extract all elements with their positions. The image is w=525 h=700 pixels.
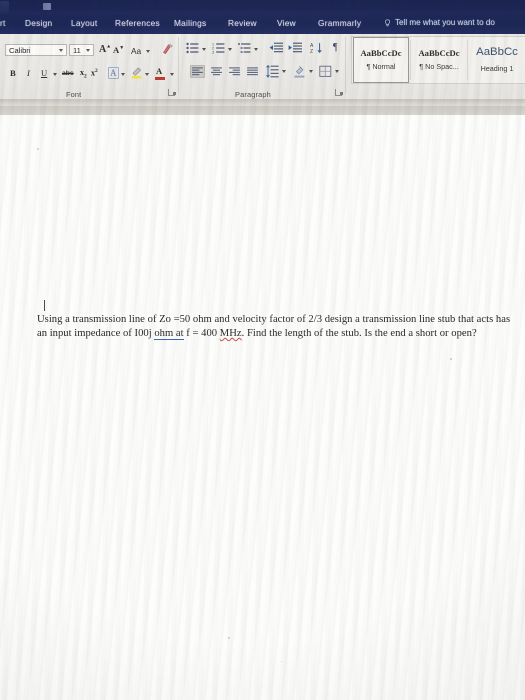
tab-insert-clipped[interactable]: rt (0, 18, 6, 28)
svg-text:3: 3 (212, 50, 214, 54)
clear-formatting-icon[interactable] (161, 43, 174, 56)
justify-icon[interactable] (245, 65, 260, 78)
multilevel-list-icon[interactable] (238, 42, 251, 54)
style-heading-1[interactable]: AaBbCc Heading 1 (469, 37, 525, 83)
text-cursor (44, 300, 45, 311)
chevron-down-icon[interactable] (121, 73, 125, 76)
tab-review[interactable]: Review (228, 18, 257, 28)
style-preview: AaBbCc (476, 46, 518, 59)
chevron-down-icon[interactable] (282, 70, 286, 73)
grammar-error-text[interactable]: ohm at (154, 328, 184, 341)
bullet-list-icon[interactable] (186, 42, 199, 54)
borders-icon[interactable] (319, 65, 332, 78)
numbered-list-icon[interactable]: 1 2 3 (212, 42, 225, 54)
strikethrough-button[interactable]: abc (62, 70, 74, 77)
chevron-down-icon[interactable] (53, 73, 57, 76)
change-case-button[interactable]: Aa (131, 46, 141, 56)
decrease-indent-icon[interactable] (269, 42, 283, 54)
doc-run-3: . Find the length of the stub. Is the en… (241, 328, 477, 340)
tab-mailings[interactable]: Mailings (174, 18, 206, 28)
page-speck (450, 358, 452, 360)
word-window: rt Design Layout References Mailings Rev… (0, 0, 525, 700)
ribbon-divider (0, 99, 525, 100)
grow-font-button[interactable]: A▲ (99, 44, 111, 55)
chevron-down-icon[interactable] (228, 48, 232, 51)
document-paragraph: Using a transmission line of Zo =50 ohm … (37, 313, 515, 341)
doc-run-2: f = 400 (183, 328, 220, 340)
sort-icon[interactable]: A Z (310, 42, 323, 54)
group-label-paragraph: Paragraph (235, 90, 271, 99)
paragraph-dialog-launcher[interactable] (335, 89, 343, 96)
subscript-button[interactable]: x2 (80, 68, 87, 80)
chevron-down-icon[interactable] (170, 73, 174, 76)
align-center-icon[interactable] (209, 65, 224, 78)
style-separator (467, 40, 468, 80)
spelling-error-text[interactable]: MHz (220, 328, 242, 339)
group-divider-font (178, 37, 179, 93)
style-normal[interactable]: AaBbCcDc ¶ Normal (353, 37, 409, 83)
align-left-icon[interactable] (190, 65, 205, 78)
font-dialog-launcher[interactable] (168, 89, 176, 96)
group-divider-paragraph (345, 37, 346, 93)
font-name-value: Calibri (9, 45, 31, 55)
bold-button[interactable]: B (10, 68, 16, 78)
style-separator (410, 40, 411, 80)
svg-text:Z: Z (310, 49, 313, 54)
font-color-swatch (155, 77, 165, 80)
line-spacing-icon[interactable] (266, 65, 279, 78)
ribbon-shadow (0, 100, 525, 106)
font-size-value: 11 (73, 45, 81, 55)
style-preview: AaBbCcDc (418, 47, 460, 58)
tab-view[interactable]: View (277, 18, 296, 28)
lightbulb-icon (384, 18, 391, 26)
page-speck (228, 637, 230, 639)
quick-access-icon[interactable] (43, 3, 51, 10)
style-no-spacing[interactable]: AaBbCcDc ¶ No Spac... (412, 37, 466, 83)
text-highlight-icon[interactable] (130, 66, 143, 80)
increase-indent-icon[interactable] (288, 42, 302, 54)
style-preview: AaBbCcDc (360, 47, 402, 58)
chevron-down-icon[interactable] (335, 70, 339, 73)
chevron-down-icon[interactable] (145, 73, 149, 76)
word-icon (0, 1, 9, 13)
title-bar (0, 0, 525, 14)
font-size-combo[interactable]: 11 (69, 44, 94, 56)
show-formatting-marks-icon[interactable]: ¶ (333, 42, 338, 53)
italic-button[interactable]: I (27, 68, 30, 78)
chevron-down-icon[interactable] (146, 50, 150, 53)
ruler[interactable] (0, 106, 525, 115)
chevron-down-icon[interactable] (309, 70, 313, 73)
document-body-text[interactable]: Using a transmission line of Zo =50 ohm … (37, 313, 515, 341)
tab-layout[interactable]: Layout (71, 18, 97, 28)
font-name-combo[interactable]: Calibri (5, 44, 67, 56)
style-label: ¶ Normal (366, 62, 396, 72)
group-label-font: Font (66, 90, 82, 99)
document-page[interactable] (0, 115, 525, 700)
chevron-down-icon (58, 49, 63, 52)
ribbon-tab-strip: rt Design Layout References Mailings Rev… (0, 14, 525, 34)
tab-grammarly[interactable]: Grammarly (318, 18, 361, 28)
text-effects-button[interactable]: A (108, 67, 119, 79)
style-label: Heading 1 (480, 63, 514, 73)
tab-references[interactable]: References (115, 18, 160, 28)
underline-button[interactable]: U (41, 68, 47, 78)
shrink-font-button[interactable]: A▼ (113, 45, 124, 55)
chevron-down-icon (85, 49, 90, 52)
shading-icon[interactable] (293, 65, 306, 78)
tab-design[interactable]: Design (25, 18, 52, 28)
style-label: ¶ No Spac... (419, 62, 459, 72)
align-right-icon[interactable] (227, 65, 242, 78)
chevron-down-icon[interactable] (254, 48, 258, 51)
tell-me-search[interactable]: Tell me what you want to do (395, 18, 495, 27)
font-color-button[interactable]: A (156, 66, 162, 76)
superscript-button[interactable]: x2 (91, 68, 98, 78)
chevron-down-icon[interactable] (202, 48, 206, 51)
